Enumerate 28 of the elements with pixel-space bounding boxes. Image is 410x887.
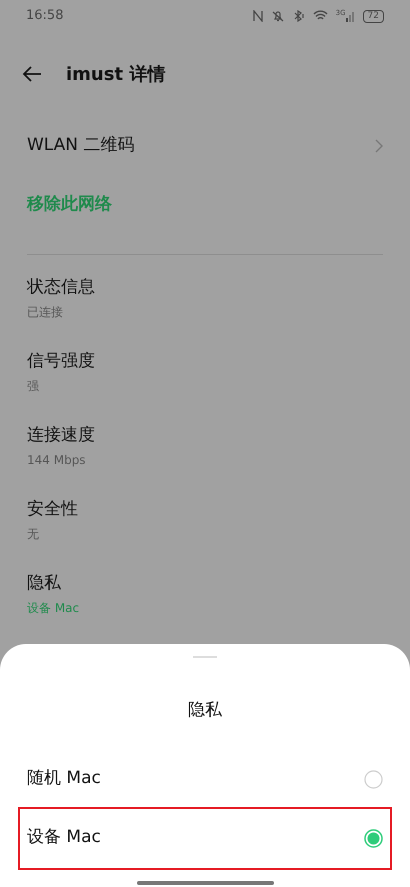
radio-option[interactable]: 设备 Mac — [20, 808, 390, 868]
row-label: WLAN 二维码 — [27, 134, 134, 157]
page-title: imust 详情 — [66, 62, 166, 86]
detail-label: 连接速度 — [27, 424, 96, 447]
detail-label: 隐私 — [27, 572, 62, 595]
drag-handle — [193, 656, 217, 658]
qr-code-row[interactable]: WLAN 二维码 — [0, 116, 410, 175]
battery-icon: 72 — [362, 10, 384, 22]
wifi-icon — [312, 10, 328, 22]
detail-label: 状态信息 — [27, 276, 96, 299]
detail-value: 144 Mbps — [27, 452, 87, 469]
signal-icon — [346, 10, 355, 22]
radio-option[interactable]: 随机 Mac — [0, 750, 410, 808]
sheet-title: 隐私 — [187, 699, 223, 722]
detail-label: 安全性 — [27, 498, 79, 521]
chevron-icon — [375, 138, 383, 152]
detail-value: 已连接 — [27, 304, 64, 321]
detail-value: 设备 Mac — [27, 600, 80, 617]
mute-bell-icon — [270, 10, 285, 22]
detail-value: 强 — [27, 378, 40, 395]
radio-button[interactable] — [364, 828, 383, 848]
back-icon[interactable] — [22, 66, 42, 82]
bluetooth-icon — [292, 10, 305, 22]
nfc-icon — [252, 10, 263, 22]
detail-label: 信号强度 — [27, 350, 96, 373]
time-text: 16:58 — [26, 7, 64, 26]
radio-button[interactable] — [364, 770, 383, 788]
detail-value: 无 — [27, 526, 40, 543]
